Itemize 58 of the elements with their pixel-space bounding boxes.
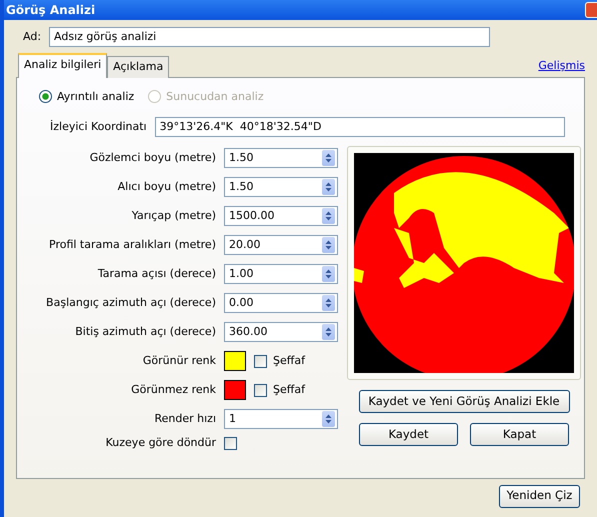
tab[interactable]: Açıklama <box>107 56 170 78</box>
field-label: Profil tarama aralıkları (metre) <box>48 236 217 253</box>
field-label: Ad: <box>23 28 42 45</box>
spin-arrows-icon[interactable] <box>322 266 335 282</box>
field-label: Alıcı boyu (metre) <box>116 178 217 195</box>
field-label: Yarıçap (metre) <box>130 208 217 224</box>
field-label: İzleyici Koordinatı <box>50 118 147 135</box>
redraw-button[interactable]: Yeniden Çiz <box>499 484 580 508</box>
number-field[interactable]: 1.50 <box>224 148 338 168</box>
field-value: 1.50 <box>229 179 254 195</box>
window-title: Görüş Analizi <box>6 2 96 19</box>
spin-arrows-icon[interactable] <box>322 179 335 195</box>
name-field[interactable]: Adsız görüş analizi <box>49 27 490 47</box>
number-field[interactable]: 0.00 <box>224 293 338 313</box>
tab[interactable]: Analiz bilgileri <box>18 53 108 78</box>
field-value: 0.00 <box>229 295 254 311</box>
spin-arrows-icon[interactable] <box>322 295 335 311</box>
spin-arrows-icon[interactable] <box>322 150 335 166</box>
field-label: Tarama açısı (derece) <box>96 266 217 282</box>
spin-arrows-icon[interactable] <box>322 411 335 427</box>
field-label: Render hızı <box>153 410 217 427</box>
checkbox[interactable] <box>254 354 267 368</box>
color-swatch[interactable] <box>224 380 246 400</box>
close-button[interactable]: Kapat <box>470 423 569 446</box>
spin-arrows-icon[interactable] <box>322 237 335 253</box>
number-field[interactable]: 360.00 <box>224 322 338 342</box>
field-label: Bitiş azimuth açı (derece) <box>74 324 217 340</box>
number-field[interactable]: 1 <box>224 409 338 429</box>
advanced-link[interactable]: Gelişmis <box>538 58 585 74</box>
coordinate-field[interactable]: 39°13'26.4"K 40°18'32.54"D <box>154 117 565 137</box>
checkbox-label: Şeffaf <box>273 352 305 369</box>
checkbox[interactable] <box>224 436 237 450</box>
field-value: 1500.00 <box>229 208 274 224</box>
radio-button[interactable] <box>39 90 52 104</box>
radio-label: Ayrıntılı analiz <box>57 88 134 104</box>
number-field[interactable]: 1500.00 <box>224 206 338 226</box>
save-and-add-button[interactable]: Kaydet ve Yeni Görüş Analizi Ekle <box>358 390 570 413</box>
field-value: 20.00 <box>229 237 260 253</box>
field-label: Kuzeye göre döndür <box>104 434 217 451</box>
field-label: Görünür renk <box>142 352 217 369</box>
checkbox[interactable] <box>254 384 267 396</box>
number-field[interactable]: 1.00 <box>224 264 338 284</box>
number-field[interactable]: 1.50 <box>224 177 338 197</box>
field-label: Gözlemci boyu (metre) <box>88 150 217 166</box>
save-button[interactable]: Kaydet <box>359 423 458 446</box>
radio-label: Sunucudan analiz <box>166 88 264 104</box>
field-value: 1 <box>229 411 236 427</box>
field-value: 360.00 <box>229 324 268 340</box>
field-label: Görünmez renk <box>130 382 217 398</box>
checkbox-label: Şeffaf <box>273 382 305 398</box>
field-value: 1.00 <box>229 266 254 282</box>
number-field[interactable]: 20.00 <box>224 235 338 255</box>
field-label: Başlangıç azimuth açı (derece) <box>45 294 217 311</box>
close-icon[interactable] <box>585 2 597 18</box>
spin-arrows-icon[interactable] <box>322 324 335 340</box>
spin-arrows-icon[interactable] <box>322 208 335 224</box>
field-value: 1.50 <box>229 150 254 166</box>
color-swatch[interactable] <box>224 351 246 371</box>
